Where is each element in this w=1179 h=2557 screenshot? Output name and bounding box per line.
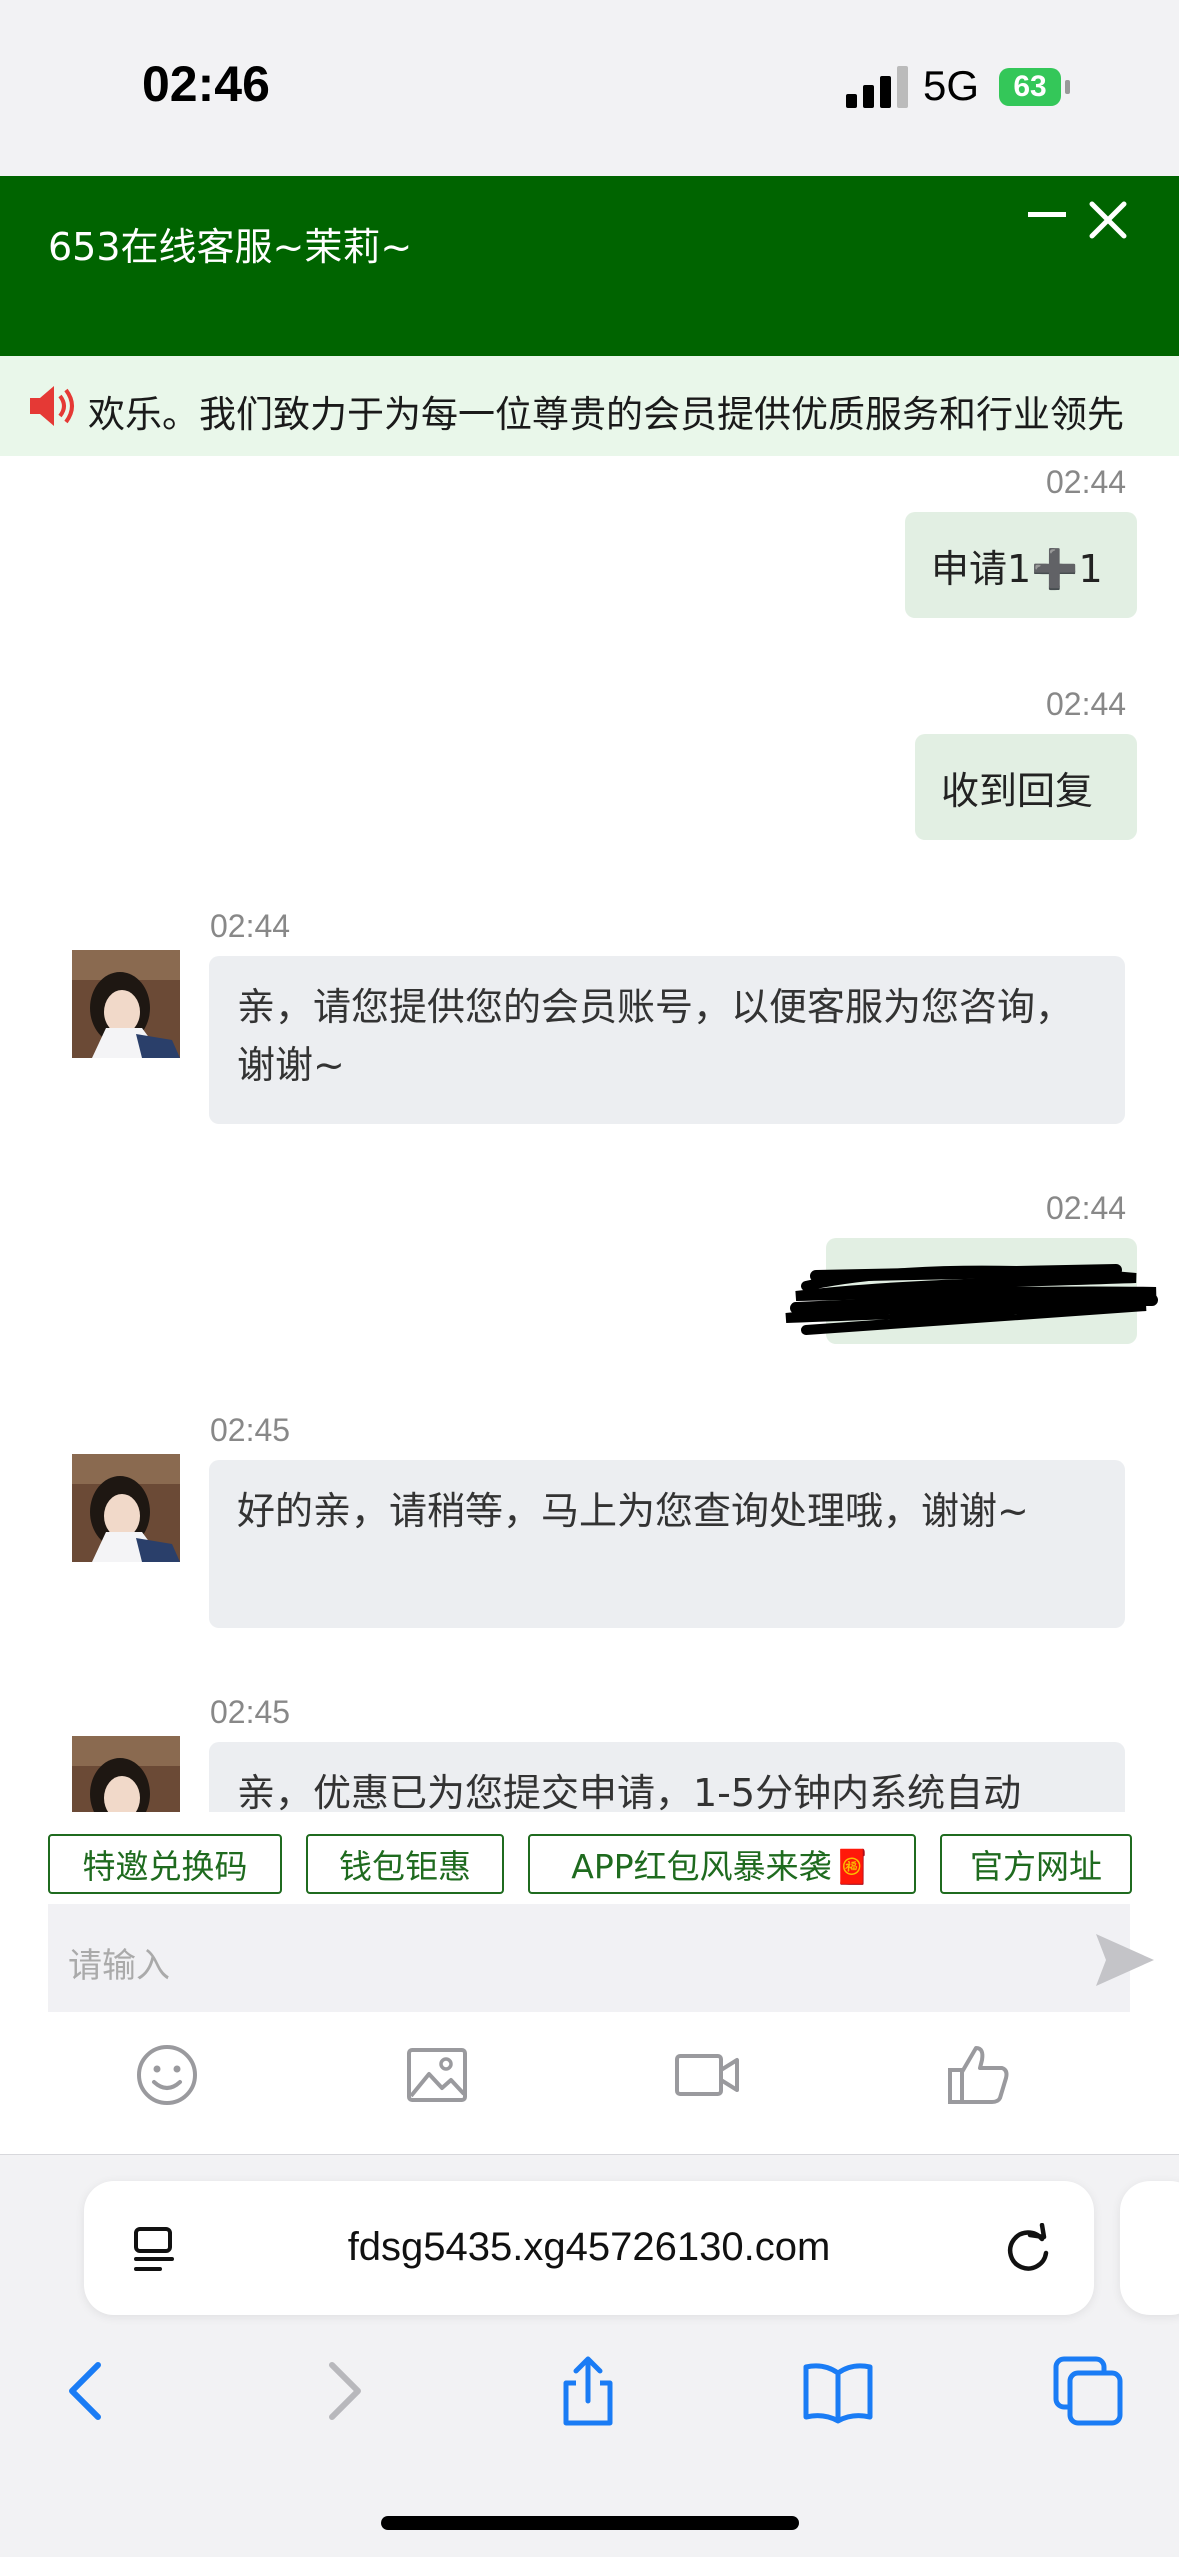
message-bubble-agent: 好的亲，请稍等，马上为您查询处理哦，谢谢~ xyxy=(209,1460,1125,1628)
tabs-icon[interactable] xyxy=(1052,2355,1124,2427)
bookmarks-icon[interactable] xyxy=(802,2355,874,2427)
agent-avatar xyxy=(72,1736,180,1812)
message-time: 02:44 xyxy=(1046,686,1127,722)
battery-level: 63 xyxy=(999,68,1061,106)
signal-icon xyxy=(846,66,908,108)
reload-icon[interactable] xyxy=(1002,2223,1054,2275)
message-time: 02:45 xyxy=(210,1412,291,1448)
next-tab-peek[interactable] xyxy=(1120,2181,1179,2315)
message-time: 02:44 xyxy=(1046,464,1127,500)
message-bubble-me: 申请1➕1 xyxy=(905,512,1137,618)
agent-avatar xyxy=(72,1454,180,1562)
network-type: 5G xyxy=(923,62,980,109)
close-icon[interactable] xyxy=(1084,196,1132,244)
chat-messages[interactable]: 02:44 申请1➕1 02:44 收到回复 02:44 亲，请您提供您的会员账… xyxy=(0,456,1179,1812)
message-time: 02:44 xyxy=(210,908,291,944)
battery-icon: 63 xyxy=(999,68,1071,106)
agent-avatar xyxy=(72,950,180,1058)
back-icon[interactable] xyxy=(52,2355,124,2427)
thumbs-up-icon[interactable] xyxy=(946,2042,1012,2108)
forward-icon[interactable] xyxy=(306,2355,378,2427)
chat-header: 653在线客服~茉莉~ xyxy=(0,176,1179,356)
address-bar[interactable]: fdsg5435.xg45726130.com xyxy=(84,2181,1094,2315)
notice-bar: 欢乐。我们致力于为每一位尊贵的会员提供优质服务和行业领先 xyxy=(0,356,1179,456)
share-icon[interactable] xyxy=(552,2355,624,2427)
quick-reply-chip[interactable]: 特邀兑换码 xyxy=(48,1834,282,1894)
speaker-icon xyxy=(30,386,74,426)
status-bar: 02:46 5G 63 xyxy=(0,0,1179,176)
emoji-icon[interactable] xyxy=(134,2042,200,2108)
home-indicator[interactable] xyxy=(381,2516,799,2530)
chat-title: 653在线客服~茉莉~ xyxy=(48,225,413,269)
message-input[interactable]: 请输入 xyxy=(48,1904,1154,2012)
message-bubble-agent: 亲，请您提供您的会员账号，以便客服为您咨询，谢谢~ xyxy=(209,956,1125,1124)
video-icon[interactable] xyxy=(674,2042,740,2108)
send-icon[interactable] xyxy=(1094,1932,1156,1988)
quick-reply-chip[interactable]: 钱包钜惠 xyxy=(306,1834,504,1894)
url-text: fdsg5435.xg45726130.com xyxy=(347,2225,831,2269)
input-placeholder: 请输入 xyxy=(68,1946,170,1986)
notice-text: 欢乐。我们致力于为每一位尊贵的会员提供优质服务和行业领先 xyxy=(88,393,1124,436)
message-time: 02:45 xyxy=(210,1694,291,1730)
message-time: 02:44 xyxy=(1046,1190,1127,1226)
quick-reply-chip[interactable]: 官方网址 xyxy=(940,1834,1132,1894)
message-bubble-me: 收到回复 xyxy=(915,734,1137,840)
quick-replies: 特邀兑换码 钱包钜惠 APP红包风暴来袭🧧 官方网址 xyxy=(0,1812,1179,1904)
message-bubble-agent: 亲，优惠已为您提交申请，1-5分钟内系统自动 xyxy=(209,1742,1125,1812)
composer: 请输入 xyxy=(0,1904,1179,2154)
redaction-scribble xyxy=(785,1264,1158,1335)
quick-reply-chip[interactable]: APP红包风暴来袭🧧 xyxy=(528,1834,916,1894)
browser-chrome: fdsg5435.xg45726130.com xyxy=(0,2154,1179,2557)
image-icon[interactable] xyxy=(404,2042,470,2108)
minimize-icon[interactable] xyxy=(1028,212,1066,217)
clock: 02:46 xyxy=(142,56,270,112)
